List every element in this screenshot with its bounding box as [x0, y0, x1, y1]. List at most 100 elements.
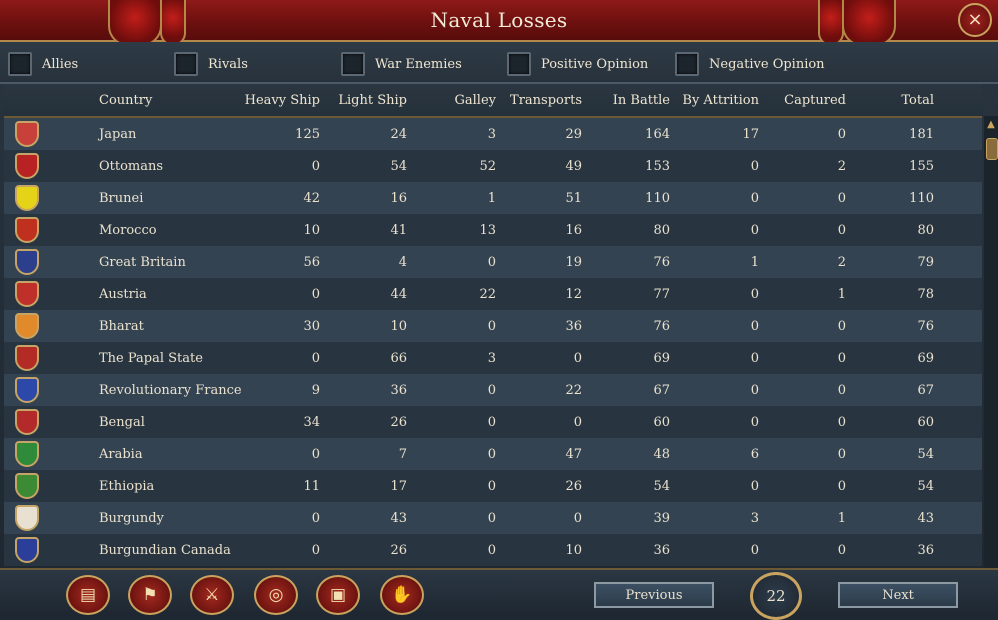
crate-icon[interactable]: ▣	[316, 575, 360, 615]
cell-galley: 52	[479, 158, 496, 174]
cell-captured: 0	[837, 382, 846, 398]
filter-positive-opinion[interactable]: Positive Opinion	[507, 52, 648, 76]
cell-heavy: 0	[311, 542, 320, 558]
cell-galley: 0	[487, 318, 496, 334]
cell-heavy: 10	[303, 222, 320, 238]
country-flag-icon[interactable]	[15, 153, 39, 179]
cell-transports: 36	[565, 318, 582, 334]
cell-heavy: 9	[311, 382, 320, 398]
cell-total: 54	[917, 446, 934, 462]
table-row[interactable]: Morocco 10 41 13 16 80 0 0 80	[4, 214, 982, 246]
country-flag-icon[interactable]	[15, 185, 39, 211]
filter-label: Negative Opinion	[709, 56, 825, 72]
country-flag-icon[interactable]	[15, 409, 39, 435]
table-row[interactable]: Great Britain 56 4 0 19 76 1 2 79	[4, 246, 982, 278]
header-by-attrition[interactable]: By Attrition	[659, 84, 759, 116]
flags-icon[interactable]: ⚑	[128, 575, 172, 615]
header-heavy-ship[interactable]: Heavy Ship	[230, 84, 320, 116]
cell-captured: 0	[837, 478, 846, 494]
cell-galley: 0	[487, 254, 496, 270]
country-flag-icon[interactable]	[15, 249, 39, 275]
crossed-swords-icon[interactable]: ⚔	[190, 575, 234, 615]
cell-transports: 0	[573, 350, 582, 366]
country-flag-icon[interactable]	[15, 377, 39, 403]
negative-opinion-checkbox[interactable]	[675, 52, 699, 76]
war-enemies-checkbox[interactable]	[341, 52, 365, 76]
cell-light: 16	[390, 190, 407, 206]
cell-attrition: 0	[750, 382, 759, 398]
handshake-icon[interactable]: ✋	[380, 575, 424, 615]
cell-attrition: 1	[750, 254, 759, 270]
header-galley[interactable]: Galley	[406, 84, 497, 116]
country-flag-icon[interactable]	[15, 505, 39, 531]
filter-war-enemies[interactable]: War Enemies	[341, 52, 462, 76]
table-row[interactable]: Austria 0 44 22 12 77 0 1 78	[4, 278, 982, 310]
close-icon[interactable]: ×	[958, 3, 992, 37]
cell-galley: 3	[487, 350, 496, 366]
table-row[interactable]: Arabia 0 7 0 47 48 6 0 54	[4, 438, 982, 470]
header-in-battle[interactable]: In Battle	[580, 84, 670, 116]
country-flag-icon[interactable]	[15, 313, 39, 339]
country-flag-icon[interactable]	[15, 345, 39, 371]
table-row[interactable]: The Papal State 0 66 3 0 69 0 0 69	[4, 342, 982, 374]
scroll-thumb[interactable]	[986, 138, 998, 160]
cell-light: 26	[390, 542, 407, 558]
table-row[interactable]: Burgundy 0 43 0 0 39 3 1 43	[4, 502, 982, 534]
table-row[interactable]: Ethiopia 11 17 0 26 54 0 0 54	[4, 470, 982, 502]
filter-label: Allies	[42, 56, 79, 72]
filter-rivals[interactable]: Rivals	[174, 52, 248, 76]
window-title: Naval Losses	[430, 8, 568, 32]
cell-transports: 26	[565, 478, 582, 494]
country-flag-icon[interactable]	[15, 537, 39, 563]
cell-total: 67	[917, 382, 934, 398]
cell-captured: 2	[837, 158, 846, 174]
scroll-up-icon[interactable]: ▲	[984, 118, 998, 132]
cell-heavy: 0	[311, 350, 320, 366]
previous-button[interactable]: Previous	[594, 582, 714, 608]
table-row[interactable]: Burgundian Canada 0 26 0 10 36 0 0 36	[4, 534, 982, 566]
country-flag-icon[interactable]	[15, 217, 39, 243]
cell-galley: 0	[487, 510, 496, 526]
cell-in-battle: 77	[653, 286, 670, 302]
header-light-ship[interactable]: Light Ship	[317, 84, 407, 116]
cell-total: 80	[917, 222, 934, 238]
table-row[interactable]: Ottomans 0 54 52 49 153 0 2 155	[4, 150, 982, 182]
coins-icon[interactable]: ◎	[254, 575, 298, 615]
scrollbar[interactable]: ▲	[984, 116, 998, 568]
rivals-checkbox[interactable]	[174, 52, 198, 76]
header-country[interactable]: Country	[99, 84, 239, 116]
country-flag-icon[interactable]	[15, 473, 39, 499]
next-button[interactable]: Next	[838, 582, 958, 608]
table-header: Country Heavy Ship Light Ship Galley Tra…	[4, 84, 982, 118]
country-flag-icon[interactable]	[15, 281, 39, 307]
country-flag-icon[interactable]	[15, 121, 39, 147]
cell-total: 76	[917, 318, 934, 334]
cell-galley: 1	[487, 190, 496, 206]
cell-attrition: 0	[750, 414, 759, 430]
cell-captured: 1	[837, 286, 846, 302]
filter-negative-opinion[interactable]: Negative Opinion	[675, 52, 825, 76]
allies-checkbox[interactable]	[8, 52, 32, 76]
header-captured[interactable]: Captured	[756, 84, 846, 116]
cell-in-battle: 48	[653, 446, 670, 462]
table-row[interactable]: Revolutionary France 9 36 0 22 67 0 0 67	[4, 374, 982, 406]
country-flag-icon[interactable]	[15, 441, 39, 467]
table-row[interactable]: Bengal 34 26 0 0 60 0 0 60	[4, 406, 982, 438]
table-row[interactable]: Brunei 42 16 1 51 110 0 0 110	[4, 182, 982, 214]
ledger-icon[interactable]: ▤	[66, 575, 110, 615]
table-row[interactable]: Bharat 30 10 0 36 76 0 0 76	[4, 310, 982, 342]
cell-heavy: 125	[295, 126, 320, 142]
header-total[interactable]: Total	[844, 84, 934, 116]
cell-captured: 0	[837, 318, 846, 334]
positive-opinion-checkbox[interactable]	[507, 52, 531, 76]
cell-light: 7	[398, 446, 407, 462]
cell-galley: 0	[487, 446, 496, 462]
filter-allies[interactable]: Allies	[8, 52, 78, 76]
header-transports[interactable]: Transports	[492, 84, 582, 116]
table-row[interactable]: Japan 125 24 3 29 164 17 0 181	[4, 118, 982, 150]
cell-attrition: 0	[750, 350, 759, 366]
cell-galley: 0	[487, 414, 496, 430]
cell-transports: 0	[573, 414, 582, 430]
cell-light: 54	[390, 158, 407, 174]
cell-heavy: 0	[311, 158, 320, 174]
